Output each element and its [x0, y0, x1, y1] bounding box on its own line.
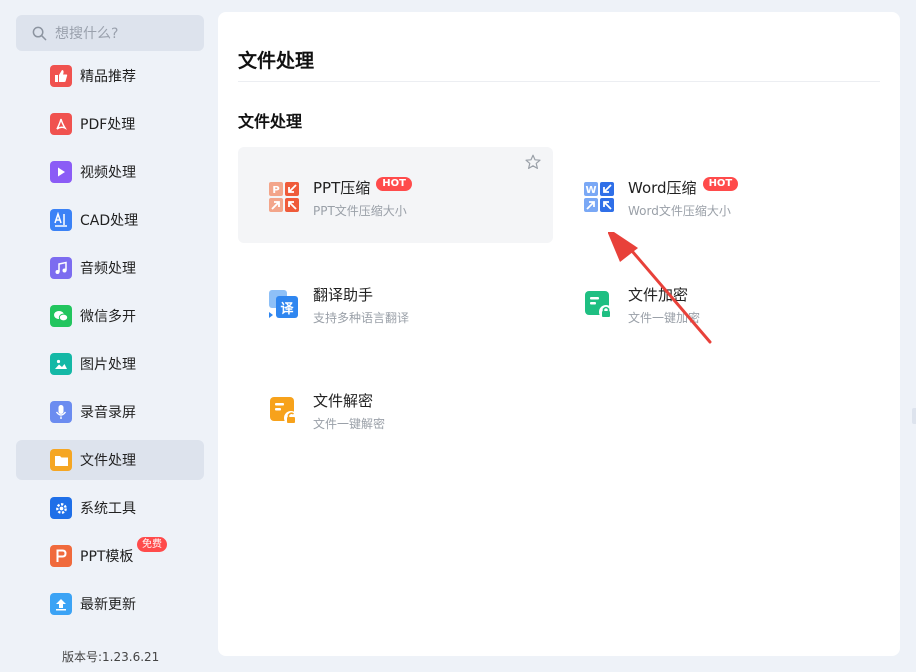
tool-card-word-compress[interactable]: W Word压缩 HOT Word文件压缩大小 [553, 147, 868, 243]
folder-icon [50, 449, 72, 471]
free-badge: 免费 [137, 537, 167, 552]
card-description: 文件一键加密 [628, 311, 701, 325]
tool-card-file-encrypt[interactable]: 文件加密 文件一键加密 [553, 254, 868, 350]
section-title: 文件处理 [238, 112, 303, 131]
card-title: 文件加密 [628, 286, 689, 304]
sidebar-item-label: 音频处理 [80, 261, 136, 277]
window-edge-handle [912, 408, 916, 424]
card-title: 文件解密 [313, 392, 374, 410]
card-description: Word文件压缩大小 [628, 204, 731, 218]
video-play-icon [50, 161, 72, 183]
sidebar-item-label: CAD处理 [80, 213, 139, 229]
search-placeholder: 想搜什么? [55, 26, 119, 42]
svg-text:W: W [585, 185, 596, 196]
sidebar-item-label: 精品推荐 [80, 69, 136, 85]
music-note-icon [50, 257, 72, 279]
pdf-icon [50, 113, 72, 135]
sidebar-item-ppt-template[interactable]: PPT模板 免费 [16, 536, 204, 576]
sidebar-item-system[interactable]: 系统工具 [16, 488, 204, 528]
sidebar-item-label: 最新更新 [80, 597, 136, 613]
sidebar-item-label: 文件处理 [80, 453, 136, 469]
version-label: 版本号:1.23.6.21 [62, 650, 160, 664]
sidebar-item-label: PDF处理 [80, 117, 136, 133]
upload-icon [50, 593, 72, 615]
cad-icon [50, 209, 72, 231]
ppt-compress-icon: P [269, 182, 299, 212]
tool-card-file-decrypt[interactable]: 文件解密 文件一键解密 [238, 360, 553, 456]
sidebar-item-label: 图片处理 [80, 357, 136, 373]
search-icon [32, 26, 47, 40]
sidebar-item-updates[interactable]: 最新更新 [16, 584, 204, 624]
sidebar-item-file[interactable]: 文件处理 [16, 440, 204, 480]
sidebar-item-recommend[interactable]: 精品推荐 [16, 56, 204, 96]
sidebar-item-audio[interactable]: 音频处理 [16, 248, 204, 288]
card-description: 文件一键解密 [313, 417, 386, 431]
hot-badge: HOT [702, 177, 739, 191]
sidebar-nav: 精品推荐 PDF处理 视频处理 CAD处理 音频处理 微信多开 图片处理 录音录… [16, 56, 204, 632]
sidebar: 想搜什么? 精品推荐 PDF处理 视频处理 CAD处理 音频处理 微信多开 图片… [0, 0, 218, 672]
title-divider [238, 81, 880, 82]
search-input[interactable]: 想搜什么? [16, 15, 204, 51]
file-encrypt-icon [585, 291, 613, 319]
svg-text:译: 译 [280, 302, 294, 317]
favorite-star-icon[interactable] [525, 154, 541, 170]
microphone-icon [50, 401, 72, 423]
tool-card-translate[interactable]: 译 翻译助手 支持多种语言翻译 [238, 254, 553, 350]
svg-text:P: P [272, 185, 279, 196]
card-title-text: PPT压缩 [313, 179, 371, 197]
sidebar-item-cad[interactable]: CAD处理 [16, 200, 204, 240]
sidebar-item-pdf[interactable]: PDF处理 [16, 104, 204, 144]
card-description: PPT文件压缩大小 [313, 204, 407, 218]
sidebar-item-video[interactable]: 视频处理 [16, 152, 204, 192]
card-description: 支持多种语言翻译 [313, 311, 410, 325]
sidebar-item-label: 视频处理 [80, 165, 136, 181]
translate-icon: 译 [269, 290, 298, 318]
thumbs-up-icon [50, 65, 72, 87]
sidebar-item-label: 系统工具 [80, 501, 136, 517]
sidebar-item-image[interactable]: 图片处理 [16, 344, 204, 384]
sidebar-item-wechat[interactable]: 微信多开 [16, 296, 204, 336]
sidebar-item-label: PPT模板 [80, 549, 134, 565]
sidebar-item-record[interactable]: 录音录屏 [16, 392, 204, 432]
main-panel: 文件处理 文件处理 P PPT压缩 HOT PPT文件压缩大小 W Word压缩… [218, 12, 900, 656]
ppt-icon [50, 545, 72, 567]
hot-badge: HOT [376, 177, 412, 191]
wechat-icon [50, 305, 72, 327]
image-icon [50, 353, 72, 375]
card-title: Word压缩 HOT [628, 177, 739, 198]
sidebar-item-label: 微信多开 [80, 309, 136, 325]
gear-icon [50, 497, 72, 519]
page-title: 文件处理 [238, 50, 315, 72]
file-decrypt-icon [270, 397, 298, 425]
word-compress-icon: W [584, 182, 614, 212]
card-title: PPT压缩 HOT [313, 177, 412, 198]
card-title: 翻译助手 [313, 286, 374, 304]
sidebar-item-label: 录音录屏 [80, 405, 136, 421]
card-title-text: Word压缩 [628, 179, 697, 197]
tool-card-ppt-compress[interactable]: P PPT压缩 HOT PPT文件压缩大小 [238, 147, 553, 243]
